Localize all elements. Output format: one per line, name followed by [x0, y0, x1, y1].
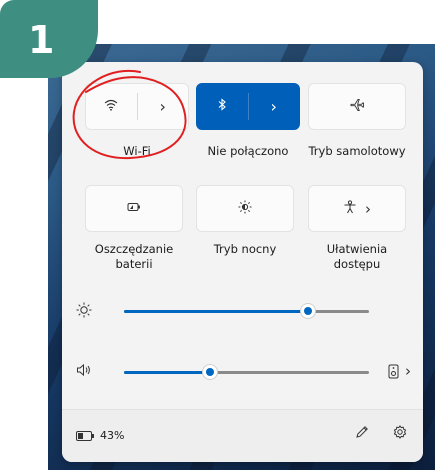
brightness-icon — [76, 302, 92, 322]
volume-slider-thumb[interactable] — [202, 365, 217, 379]
bluetooth-tile: › — [196, 83, 300, 130]
speaker-icon[interactable] — [76, 363, 92, 381]
chevron-right-icon: › — [405, 362, 411, 380]
accessibility-label-line2: dostępu — [333, 257, 381, 271]
bluetooth-expand-button[interactable]: › — [248, 84, 299, 129]
bluetooth-label: Nie połączono — [207, 144, 289, 158]
brightness-slider-thumb[interactable] — [300, 304, 315, 318]
airplane-mode-label: Tryb samolotowy — [308, 144, 406, 158]
night-light-icon — [238, 200, 252, 218]
brightness-fill — [124, 310, 308, 313]
bluetooth-icon — [217, 98, 227, 115]
night-light-tile[interactable] — [196, 185, 294, 232]
chevron-right-icon: › — [270, 97, 277, 116]
volume-slider-row: › — [76, 362, 411, 382]
battery-status[interactable]: 43% — [76, 429, 124, 442]
chevron-right-icon: › — [365, 199, 371, 218]
battery-saver-label-line2: baterii — [115, 257, 153, 271]
audio-output-button[interactable]: › — [388, 362, 411, 380]
bluetooth-toggle-button[interactable] — [197, 84, 248, 129]
pencil-icon[interactable] — [355, 425, 369, 443]
wifi-expand-button[interactable]: › — [137, 84, 188, 129]
airplane-mode-tile[interactable] — [308, 83, 406, 130]
wifi-tile: › — [85, 83, 189, 130]
battery-saver-icon — [127, 201, 141, 216]
airplane-icon — [350, 98, 364, 116]
wifi-label: Wi-Fi — [123, 144, 151, 158]
accessibility-label-line1: Ułatwienia — [326, 242, 388, 256]
quick-settings-panel: › Wi-Fi › Nie połączono Tryb samolotowy … — [62, 62, 423, 462]
wifi-icon — [104, 99, 118, 115]
night-light-label: Tryb nocny — [213, 242, 277, 256]
battery-icon — [76, 430, 94, 441]
quick-settings-footer: 43% — [62, 409, 423, 462]
accessibility-tile[interactable]: › — [308, 185, 406, 232]
chevron-right-icon: › — [159, 97, 166, 116]
wifi-toggle-button[interactable] — [86, 84, 137, 129]
battery-percent: 43% — [100, 429, 125, 442]
battery-saver-label-line1: Oszczędzanie — [94, 242, 174, 256]
battery-saver-tile[interactable] — [85, 185, 183, 232]
accessibility-icon — [343, 199, 357, 218]
accessibility-label: Ułatwienia dostępu — [303, 242, 411, 272]
audio-output-icon — [388, 364, 403, 380]
battery-saver-label: Oszczędzanie baterii — [80, 242, 188, 272]
volume-fill — [124, 371, 210, 374]
step-number: 1 — [28, 18, 55, 62]
gear-icon[interactable] — [393, 425, 407, 443]
brightness-slider-row — [76, 301, 411, 321]
